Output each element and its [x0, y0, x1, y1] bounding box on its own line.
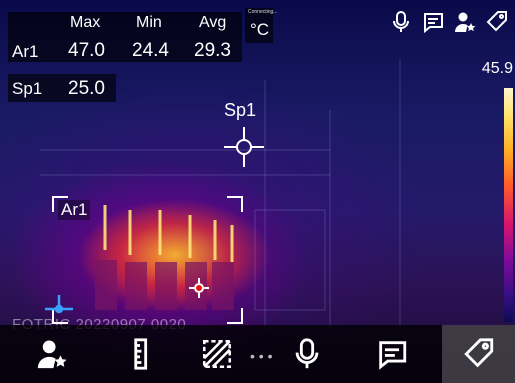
ar1-row-label: Ar1	[12, 42, 39, 61]
min-header: Min	[136, 14, 162, 31]
max-header: Max	[70, 14, 101, 31]
unit-indicator: Connecting... °C	[245, 8, 277, 43]
sp1-marker-label: Sp1	[224, 100, 257, 120]
note-icon[interactable]	[421, 10, 445, 34]
area-hatch-icon	[200, 337, 234, 371]
person-star-icon	[35, 337, 69, 371]
ar1-max-value: 47.0	[68, 40, 105, 61]
more-dots-icon: • • •	[250, 348, 273, 364]
sp1-row-label: Sp1	[12, 79, 43, 98]
microphone-button[interactable]	[275, 325, 339, 383]
scale-max-value: 45.9	[481, 60, 513, 77]
person-star-icon[interactable]	[453, 10, 477, 34]
sp1-stats-row: Sp1 25.0	[8, 74, 116, 102]
ar1-avg-value: 29.3	[194, 40, 231, 61]
area-button[interactable]	[185, 325, 249, 383]
sp1-crosshair-icon[interactable]	[224, 127, 264, 167]
connection-status: Connecting...	[248, 9, 278, 15]
temperature-color-scale[interactable]	[504, 88, 513, 322]
max-temp-marker-icon	[189, 278, 209, 298]
tag-icon[interactable]	[485, 10, 509, 34]
note-icon	[375, 337, 409, 371]
measurement-stats-panel: Max Min Avg Ar1 47.0 24.4 29.3	[8, 12, 242, 62]
microphone-icon	[290, 337, 324, 371]
ruler-icon	[123, 337, 157, 371]
note-button[interactable]	[360, 325, 424, 383]
thermal-view[interactable]: Max Min Avg Ar1 47.0 24.4 29.3 Sp1 25.0 …	[0, 0, 515, 383]
ar1-region-label: Ar1	[58, 200, 91, 220]
sp1-value: 25.0	[68, 78, 105, 99]
temperature-unit: °C	[250, 20, 270, 39]
ar1-min-value: 24.4	[132, 40, 169, 61]
avg-header: Avg	[199, 14, 227, 31]
ruler-button[interactable]	[108, 325, 172, 383]
person-star-button[interactable]	[20, 325, 84, 383]
tag-icon	[462, 337, 496, 371]
microphone-icon[interactable]	[389, 10, 413, 34]
tag-button[interactable]	[442, 325, 515, 383]
